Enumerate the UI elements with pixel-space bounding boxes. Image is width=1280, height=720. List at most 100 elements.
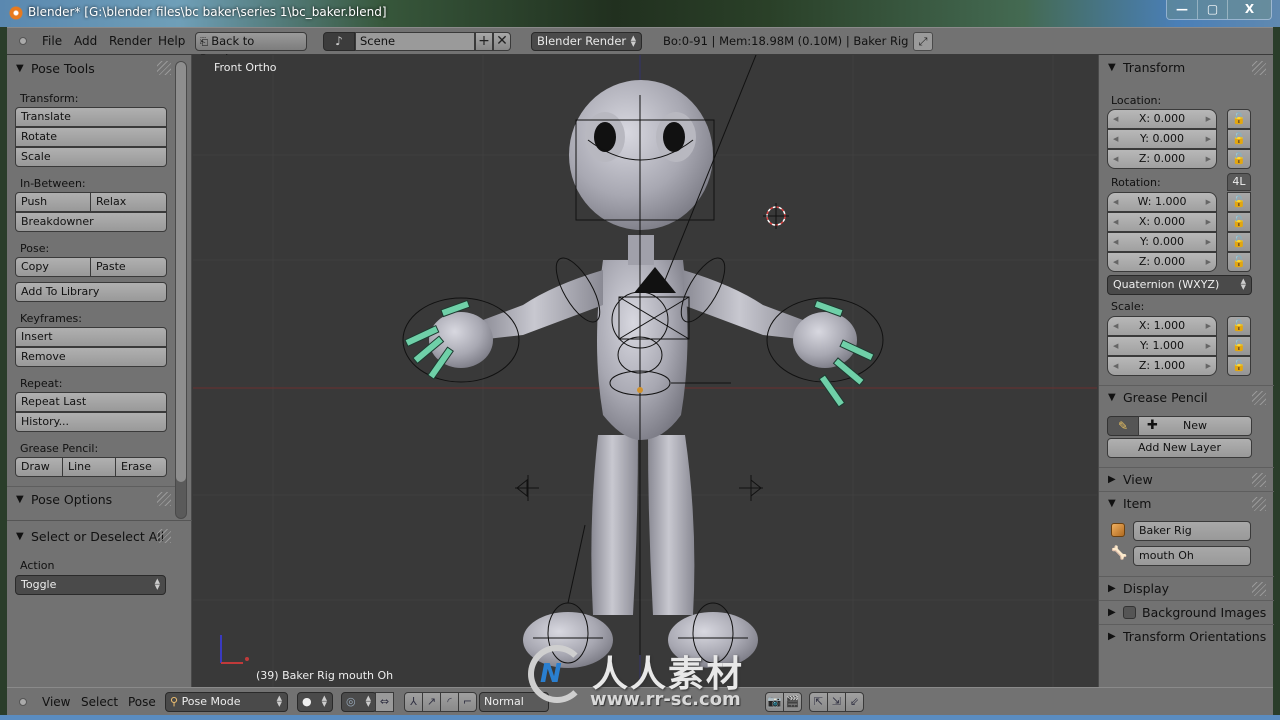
background-images-checkbox[interactable] — [1123, 606, 1136, 619]
breakdowner-button[interactable]: Breakdowner — [15, 212, 167, 232]
pencil-icon[interactable]: ✎ — [1107, 416, 1139, 436]
lock-location-y-icon[interactable]: 🔓 — [1227, 129, 1251, 149]
paste-pose-icon[interactable]: ⇲ — [827, 692, 846, 712]
lock-rotation-4l-toggle[interactable]: 4L — [1227, 173, 1251, 191]
add-new-layer-button[interactable]: Add New Layer — [1107, 438, 1252, 458]
lock-rotation-z-icon[interactable]: 🔓 — [1227, 252, 1251, 272]
push-button[interactable]: Push — [15, 192, 91, 212]
manipulator-toggle-icon[interactable]: ⅄ — [404, 692, 423, 712]
tool-shelf-scrollbar[interactable] — [175, 61, 187, 519]
remove-keyframe-button[interactable]: Remove — [15, 347, 167, 367]
minimize-button[interactable]: — — [1167, 0, 1197, 19]
viewport-shading-select[interactable]: ● ▲ ▼ — [297, 692, 333, 712]
transform-orientations-panel-header[interactable]: ▶ Transform Orientations — [1099, 624, 1274, 648]
object-name-field[interactable]: Baker Rig — [1133, 521, 1251, 541]
lock-scale-z-icon[interactable]: 🔓 — [1227, 356, 1251, 376]
remove-scene-button[interactable]: ✕ — [493, 32, 511, 51]
menu-pose[interactable]: Pose — [128, 695, 156, 709]
scene-browse-icon[interactable]: ♪ — [323, 32, 355, 51]
render-engine-select[interactable]: Blender Render ▲ ▼ — [531, 32, 642, 51]
grease-pencil-panel-header[interactable]: ▼ Grease Pencil — [1099, 385, 1274, 409]
menu-view[interactable]: View — [42, 695, 70, 709]
pose-options-panel-header[interactable]: ▼ Pose Options — [7, 486, 177, 512]
scene-name-field[interactable]: Scene — [355, 32, 475, 51]
render-opengl-image-icon[interactable]: 📷 — [765, 692, 784, 712]
paste-flipped-pose-icon[interactable]: ⇙ — [845, 692, 864, 712]
repeat-last-button[interactable]: Repeat Last — [15, 392, 167, 412]
action-select[interactable]: Toggle ▲ ▼ — [15, 575, 166, 595]
rotation-w-field[interactable]: ◀ W: 1.000 ▶ — [1107, 192, 1217, 212]
lock-scale-x-icon[interactable]: 🔓 — [1227, 316, 1251, 336]
menu-help[interactable]: Help — [158, 34, 185, 48]
lock-scale-y-icon[interactable]: 🔓 — [1227, 336, 1251, 356]
line-button[interactable]: Line — [62, 457, 116, 477]
rotation-y-field[interactable]: ◀ Y: 0.000 ▶ — [1107, 232, 1217, 252]
lock-rotation-x-icon[interactable]: 🔓 — [1227, 212, 1251, 232]
panel-grip-icon[interactable] — [157, 61, 171, 75]
rotate-button[interactable]: Rotate — [15, 127, 167, 147]
transform-orientation-select[interactable]: Normal — [479, 692, 549, 712]
panel-grip-icon[interactable] — [157, 529, 171, 543]
copy-pose-icon[interactable]: ⇱ — [809, 692, 828, 712]
location-z-field[interactable]: ◀ Z: 0.000 ▶ — [1107, 149, 1217, 169]
add-scene-button[interactable]: + — [475, 32, 493, 51]
menu-render[interactable]: Render — [109, 34, 152, 48]
maximize-button[interactable]: ▢ — [1197, 0, 1227, 19]
operator-panel-header[interactable]: ▼ Select or Deselect All — [7, 524, 177, 550]
panel-grip-icon[interactable] — [157, 492, 171, 506]
editor-type-icon[interactable] — [19, 698, 27, 706]
lock-rotation-w-icon[interactable]: 🔓 — [1227, 192, 1251, 212]
location-y-field[interactable]: ◀ Y: 0.000 ▶ — [1107, 129, 1217, 149]
scale-z-field[interactable]: ◀ Z: 1.000 ▶ — [1107, 356, 1217, 376]
editor-type-icon[interactable] — [19, 37, 27, 45]
rotate-manipulator-icon[interactable]: ◜ — [440, 692, 459, 712]
copy-pose-button[interactable]: Copy — [15, 257, 91, 277]
draw-button[interactable]: Draw — [15, 457, 63, 477]
paste-pose-button[interactable]: Paste — [90, 257, 167, 277]
render-opengl-animation-icon[interactable]: 🎬 — [783, 692, 802, 712]
display-panel-header[interactable]: ▶ Display — [1099, 576, 1274, 600]
view-panel-header[interactable]: ▶ View — [1099, 467, 1274, 491]
rotation-mode-select[interactable]: Quaternion (WXYZ) ▲ ▼ — [1107, 275, 1252, 295]
scale-manipulator-icon[interactable]: ⌐ — [458, 692, 477, 712]
rotation-z-field[interactable]: ◀ Z: 0.000 ▶ — [1107, 252, 1217, 272]
menu-add[interactable]: Add — [74, 34, 97, 48]
fullscreen-toggle-icon[interactable]: ⤢ — [913, 32, 933, 51]
panel-grip-icon[interactable] — [1252, 61, 1266, 75]
pivot-point-select[interactable]: ◎ ▲ ▼ — [341, 692, 377, 712]
scale-button[interactable]: Scale — [15, 147, 167, 167]
menu-file[interactable]: File — [42, 34, 62, 48]
insert-keyframe-button[interactable]: Insert — [15, 327, 167, 347]
lock-rotation-y-icon[interactable]: 🔓 — [1227, 232, 1251, 252]
rotation-z-value: Z: 0.000 — [1138, 255, 1186, 268]
scrollbar-thumb[interactable] — [176, 62, 186, 482]
scale-x-field[interactable]: ◀ X: 1.000 ▶ — [1107, 316, 1217, 336]
3d-viewport[interactable]: Front Ortho (39) Baker Rig mouth Oh — [193, 55, 1097, 687]
panel-grip-icon[interactable] — [1252, 582, 1266, 596]
location-x-field[interactable]: ◀ X: 0.000 ▶ — [1107, 109, 1217, 129]
translate-button[interactable]: Translate — [15, 107, 167, 127]
pose-tools-panel-header[interactable]: ▼ Pose Tools — [7, 56, 177, 82]
lock-location-z-icon[interactable]: 🔓 — [1227, 149, 1251, 169]
new-grease-pencil-button[interactable]: ✚ New — [1138, 416, 1252, 436]
menu-select[interactable]: Select — [81, 695, 118, 709]
history-button[interactable]: History... — [15, 412, 167, 432]
bone-name-field[interactable]: mouth Oh — [1133, 546, 1251, 566]
panel-grip-icon[interactable] — [1252, 473, 1266, 487]
add-to-library-button[interactable]: Add To Library — [15, 282, 167, 302]
manipulate-center-points-icon[interactable]: ⇔ — [375, 692, 394, 712]
rotation-x-field[interactable]: ◀ X: 0.000 ▶ — [1107, 212, 1217, 232]
transform-panel-header[interactable]: ▼ Transform — [1099, 56, 1274, 80]
panel-grip-icon[interactable] — [1252, 391, 1266, 405]
close-button[interactable]: X — [1227, 0, 1271, 19]
background-images-panel-header[interactable]: ▶ Background Images — [1099, 600, 1274, 624]
item-panel-header[interactable]: ▼ Item — [1099, 491, 1274, 515]
panel-grip-icon[interactable] — [1252, 497, 1266, 511]
interaction-mode-select[interactable]: ⚲ Pose Mode ▲ ▼ — [165, 692, 288, 712]
relax-button[interactable]: Relax — [90, 192, 167, 212]
lock-location-x-icon[interactable]: 🔓 — [1227, 109, 1251, 129]
erase-button[interactable]: Erase — [115, 457, 167, 477]
back-to-previous-button[interactable]: ⎗ Back to Previous — [195, 32, 307, 66]
translate-manipulator-icon[interactable]: ↗ — [422, 692, 441, 712]
scale-y-field[interactable]: ◀ Y: 1.000 ▶ — [1107, 336, 1217, 356]
